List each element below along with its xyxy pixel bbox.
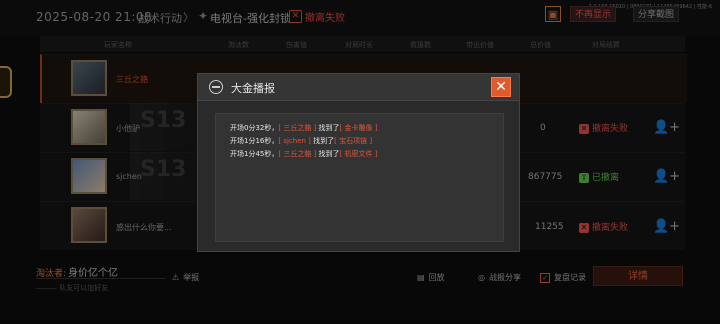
close-button[interactable]: ✕ <box>491 77 511 97</box>
list-item: 开场1分16秒，[ sjchen ] 找到了[ 宝石项链 ] <box>230 137 373 145</box>
broadcast-icon <box>209 80 223 94</box>
list-item: 开场1分45秒，[ 三丘之貉 ] 找到了[ 机密文件 ] <box>230 150 378 158</box>
gold-broadcast-dialog: 大金播报 ✕ 开场0分32秒，[ 三丘之貉 ] 找到了[ 金卡雕像 ] 开场1分… <box>197 73 520 252</box>
dialog-title: 大金播报 <box>231 82 275 95</box>
list-item: 开场0分32秒，[ 三丘之貉 ] 找到了[ 金卡雕像 ] <box>230 124 378 132</box>
broadcast-log: 开场0分32秒，[ 三丘之貉 ] 找到了[ 金卡雕像 ] 开场1分16秒，[ s… <box>215 113 504 242</box>
